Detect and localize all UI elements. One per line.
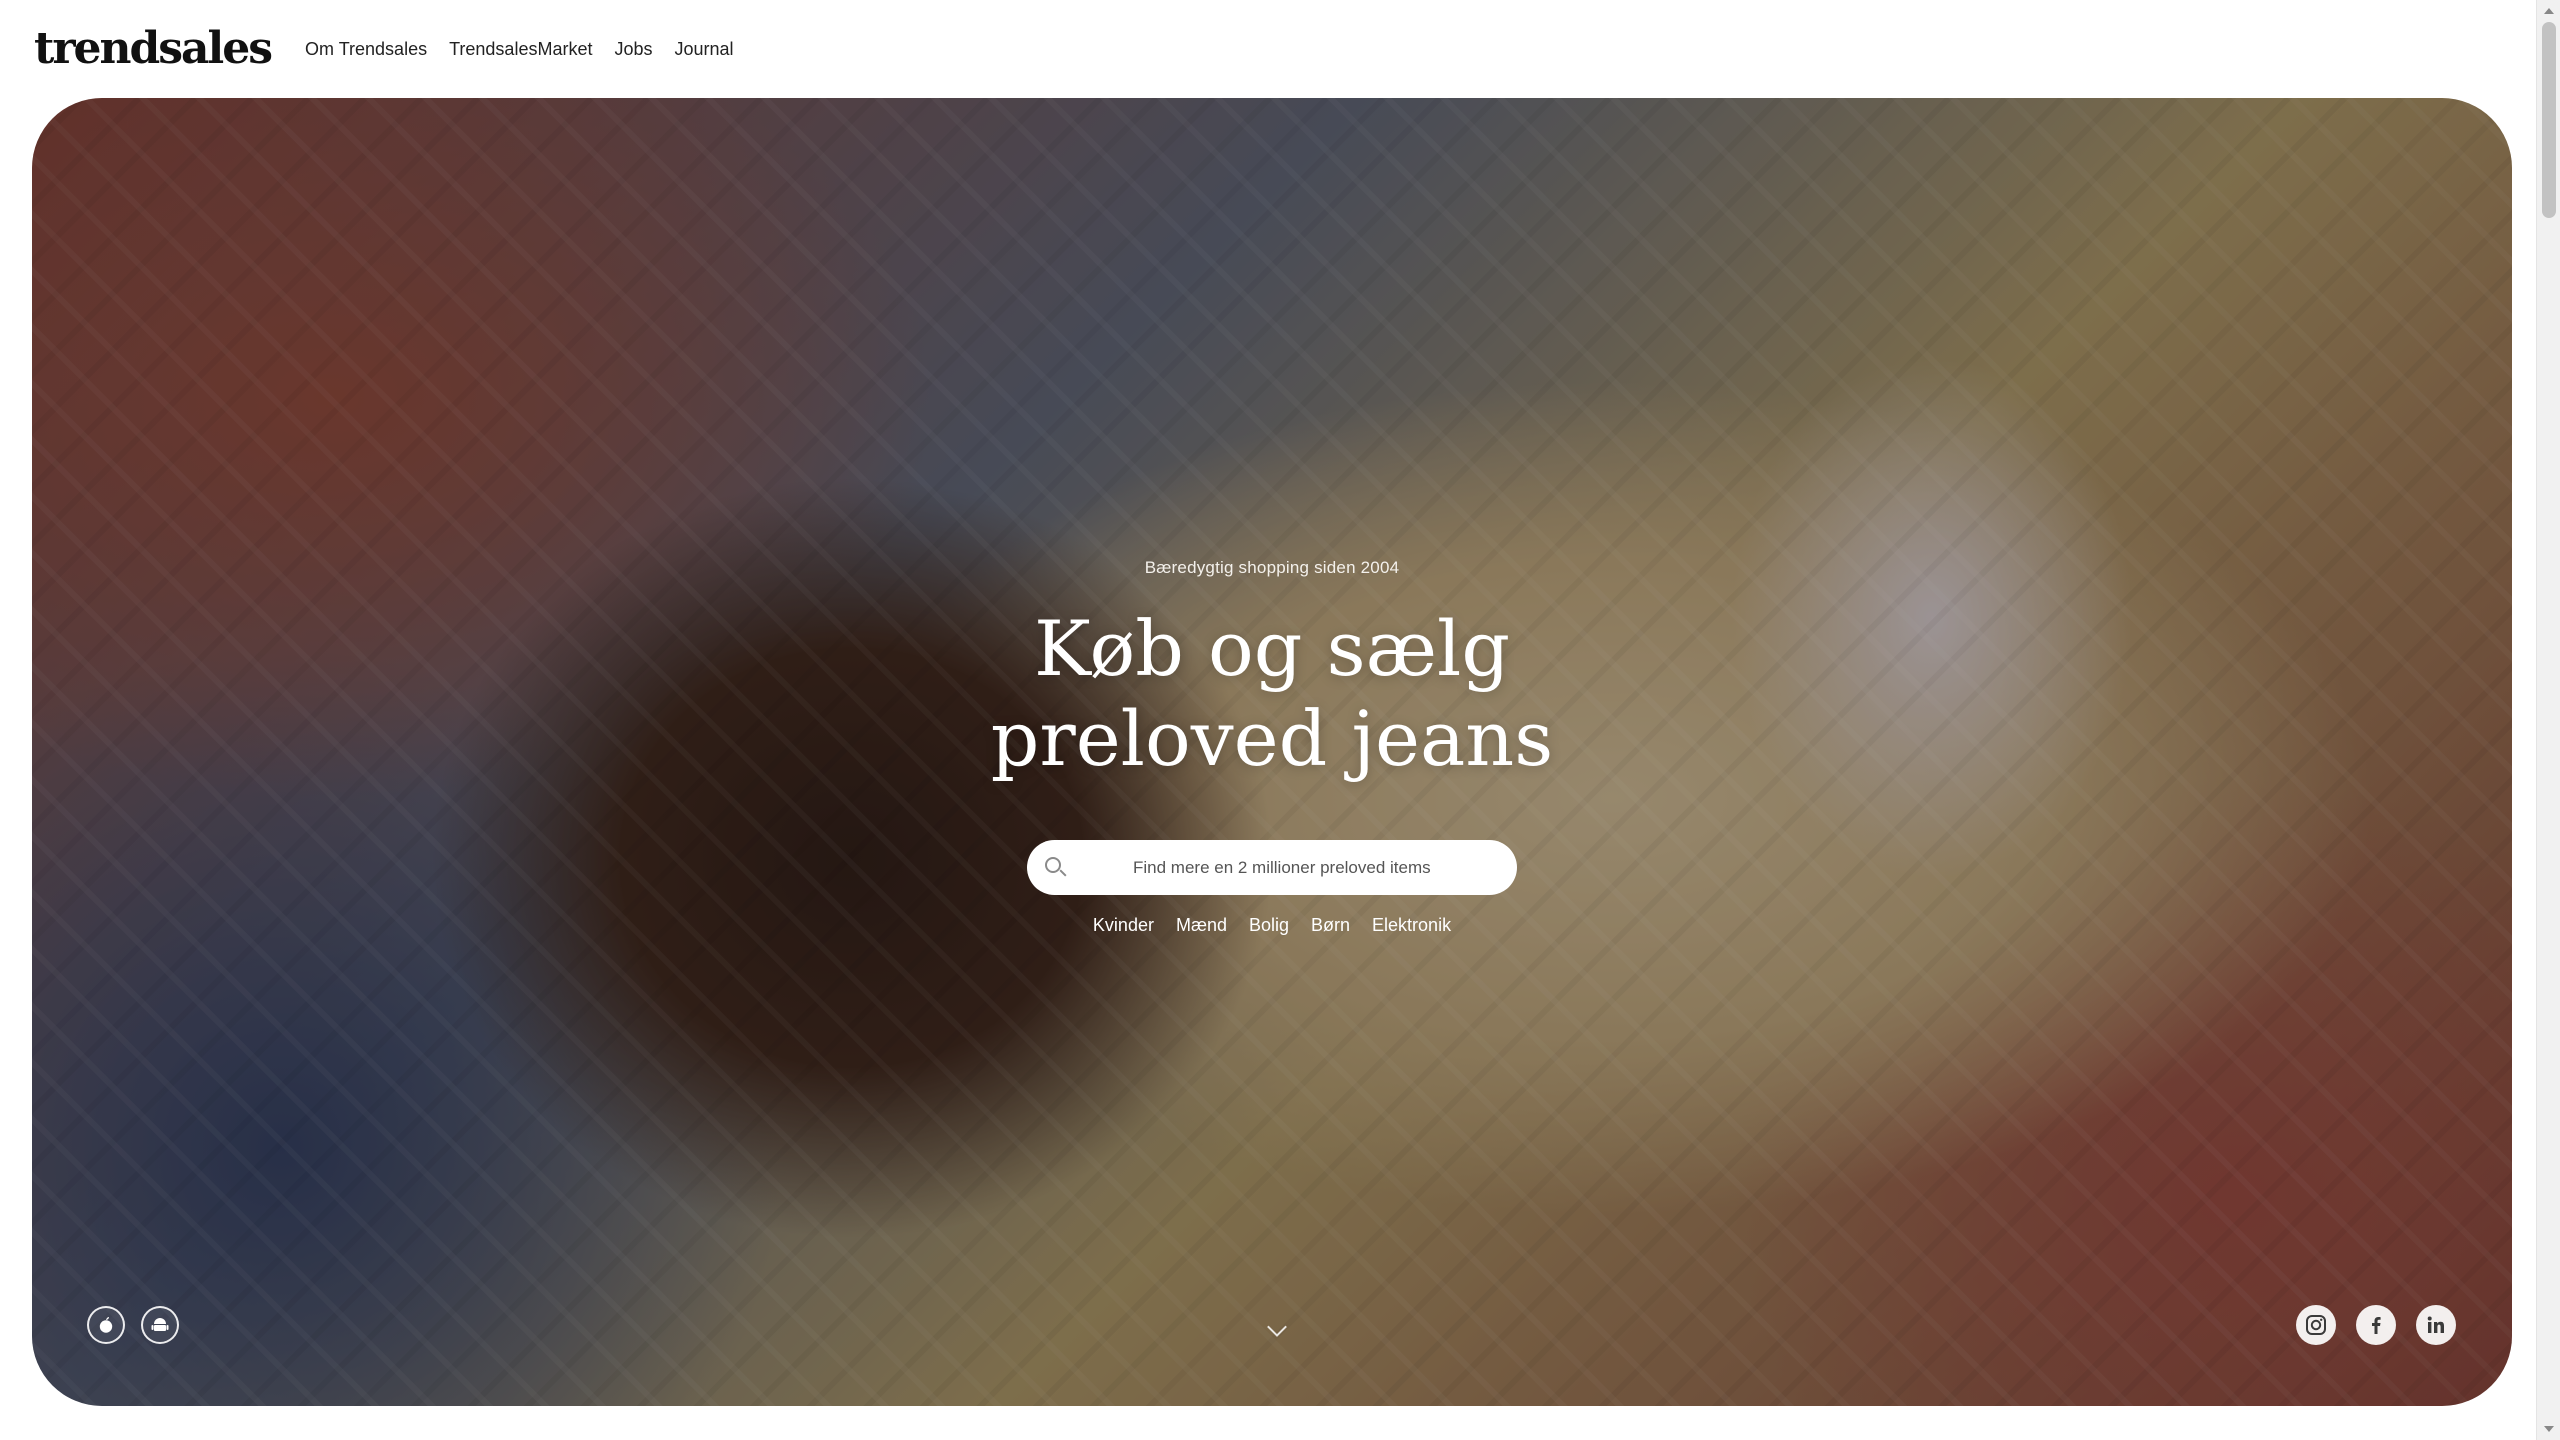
category-link-maend[interactable]: Mænd bbox=[1176, 915, 1227, 936]
search-icon[interactable] bbox=[1045, 856, 1067, 879]
hero-headline-line-2: preloved jeans bbox=[990, 694, 1554, 783]
facebook-link[interactable] bbox=[2356, 1305, 2396, 1345]
android-app-link[interactable] bbox=[141, 1306, 179, 1344]
category-links: Kvinder Mænd Bolig Børn Elektronik bbox=[1093, 915, 1451, 936]
page-scrollbar[interactable] bbox=[2536, 0, 2560, 1440]
scrollbar-thumb[interactable] bbox=[2542, 22, 2556, 218]
category-link-elektronik[interactable]: Elektronik bbox=[1372, 915, 1451, 936]
search-input[interactable] bbox=[1133, 857, 1473, 878]
hero-banner: Bæredygtig shopping siden 2004 Køb og sæ… bbox=[32, 98, 2512, 1406]
linkedin-link[interactable] bbox=[2416, 1305, 2456, 1345]
top-navigation: trendsales Om Trendsales TrendsalesMarke… bbox=[0, 0, 2536, 98]
apple-icon bbox=[99, 1317, 113, 1333]
category-link-born[interactable]: Børn bbox=[1311, 915, 1350, 936]
category-link-bolig[interactable]: Bolig bbox=[1249, 915, 1289, 936]
hero-headline: Køb og sælg preloved jeans bbox=[991, 604, 1554, 784]
trendsales-logo[interactable]: trendsales bbox=[34, 27, 273, 71]
hero-content: Bæredygtig shopping siden 2004 Køb og sæ… bbox=[32, 98, 2512, 1406]
facebook-icon bbox=[2372, 1317, 2381, 1334]
main-nav: Om Trendsales TrendsalesMarket Jobs Jour… bbox=[305, 39, 734, 60]
android-icon bbox=[151, 1318, 169, 1331]
hero-headline-line-1: Køb og sælg bbox=[1034, 604, 1510, 693]
hero-tagline: Bæredygtig shopping siden 2004 bbox=[1144, 558, 1400, 577]
instagram-icon bbox=[2306, 1315, 2326, 1335]
nav-link-jobs[interactable]: Jobs bbox=[614, 39, 652, 60]
apple-app-link[interactable] bbox=[87, 1306, 125, 1344]
nav-link-om-trendsales[interactable]: Om Trendsales bbox=[305, 39, 427, 60]
category-link-kvinder[interactable]: Kvinder bbox=[1093, 915, 1154, 936]
instagram-link[interactable] bbox=[2296, 1305, 2336, 1345]
scroll-up-arrow-icon[interactable] bbox=[2544, 8, 2554, 14]
nav-link-trendsalesmarket[interactable]: TrendsalesMarket bbox=[449, 39, 592, 60]
linkedin-icon bbox=[2427, 1316, 2444, 1333]
search-bar[interactable] bbox=[1027, 840, 1517, 895]
nav-link-journal[interactable]: Journal bbox=[675, 39, 734, 60]
scroll-down-arrow-icon[interactable] bbox=[2544, 1426, 2554, 1432]
